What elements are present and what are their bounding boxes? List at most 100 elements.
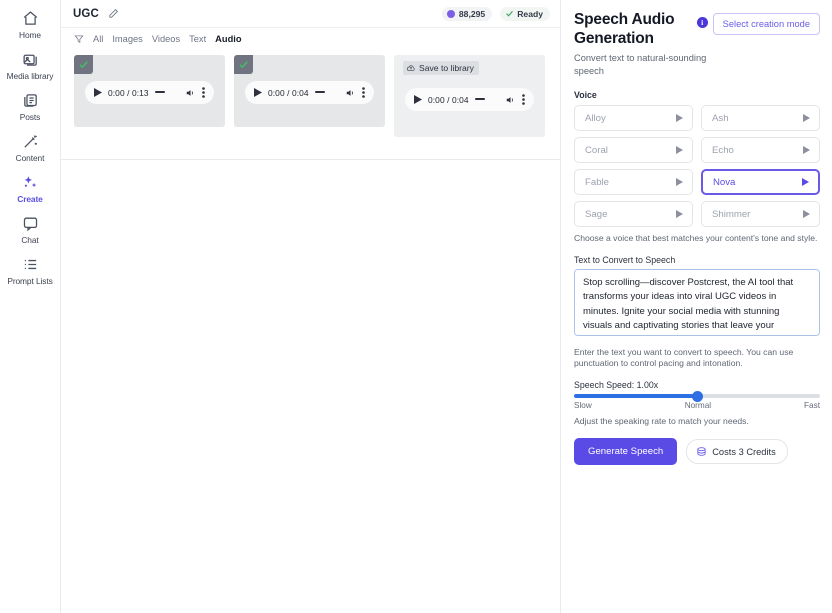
speed-tick-labels: Slow Normal Fast bbox=[574, 401, 820, 410]
sidebar-item-posts[interactable]: Posts bbox=[0, 86, 61, 127]
play-icon[interactable] bbox=[803, 146, 810, 154]
voice-option-sage[interactable]: Sage bbox=[574, 201, 693, 227]
workspace-column: UGC 88,295 Ready All Images Videos Text … bbox=[61, 0, 561, 613]
voice-hint: Choose a voice that best matches your co… bbox=[574, 233, 818, 243]
voice-option-fable[interactable]: Fable bbox=[574, 169, 693, 195]
voice-option-echo[interactable]: Echo bbox=[701, 137, 820, 163]
volume-icon[interactable] bbox=[185, 88, 196, 98]
speech-speed-slider[interactable] bbox=[574, 394, 820, 398]
panel-title: Speech Audio Generation bbox=[574, 11, 675, 47]
play-icon[interactable] bbox=[676, 210, 683, 218]
media-card[interactable]: 0:00 / 0:04 bbox=[234, 55, 385, 127]
play-icon[interactable] bbox=[94, 88, 102, 97]
voice-option-shimmer[interactable]: Shimmer bbox=[701, 201, 820, 227]
progress-dash-icon[interactable] bbox=[154, 91, 165, 94]
play-icon[interactable] bbox=[803, 210, 810, 218]
sidebar-item-media-library[interactable]: Media library bbox=[0, 45, 61, 86]
voice-section-label: Voice bbox=[574, 90, 597, 100]
filter-tab-all[interactable]: All bbox=[93, 34, 103, 44]
pencil-icon[interactable] bbox=[107, 7, 121, 21]
status-label: Ready bbox=[517, 8, 543, 19]
play-icon[interactable] bbox=[676, 114, 683, 122]
voice-label: Fable bbox=[585, 176, 609, 188]
speech-text-input[interactable] bbox=[574, 269, 820, 336]
sidebar-item-label: Media library bbox=[6, 71, 54, 81]
play-icon[interactable] bbox=[676, 178, 683, 186]
workspace-topbar: UGC 88,295 Ready bbox=[61, 0, 560, 28]
sidebar-item-label: Prompt Lists bbox=[7, 276, 53, 286]
more-options-icon[interactable] bbox=[362, 87, 365, 98]
cost-badge: Costs 3 Credits bbox=[686, 439, 788, 464]
speech-generation-panel: Speech Audio Generation i Select creatio… bbox=[561, 0, 832, 613]
selected-check-badge[interactable] bbox=[74, 55, 93, 74]
app-root: Home Media library Posts Content Create bbox=[0, 0, 832, 613]
sidebar: Home Media library Posts Content Create bbox=[0, 0, 61, 613]
voice-option-alloy[interactable]: Alloy bbox=[574, 105, 693, 131]
info-icon[interactable]: i bbox=[696, 17, 708, 28]
play-icon[interactable] bbox=[414, 95, 422, 104]
voice-label: Echo bbox=[712, 144, 734, 156]
play-icon[interactable] bbox=[676, 146, 683, 154]
check-icon bbox=[505, 9, 514, 18]
sidebar-item-label: Home bbox=[19, 30, 41, 40]
voice-label: Sage bbox=[585, 208, 608, 220]
home-icon bbox=[22, 10, 39, 27]
speed-tick-slow: Slow bbox=[574, 401, 592, 410]
page-title: UGC bbox=[73, 7, 99, 20]
volume-icon[interactable] bbox=[345, 88, 356, 98]
filter-tab-audio[interactable]: Audio bbox=[215, 34, 241, 44]
progress-dash-icon[interactable] bbox=[314, 91, 325, 94]
media-library-icon bbox=[22, 51, 39, 68]
more-options-icon[interactable] bbox=[202, 87, 205, 98]
filter-tab-text[interactable]: Text bbox=[189, 34, 206, 44]
play-icon[interactable] bbox=[802, 178, 809, 186]
selected-check-badge[interactable] bbox=[234, 55, 253, 74]
save-to-library-button[interactable]: Save to library bbox=[403, 61, 479, 75]
voice-label: Coral bbox=[585, 144, 608, 156]
sidebar-item-label: Create bbox=[17, 194, 43, 204]
filter-funnel-icon[interactable] bbox=[74, 34, 84, 44]
select-creation-mode-button[interactable]: Select creation mode bbox=[712, 13, 820, 35]
play-icon[interactable] bbox=[803, 114, 810, 122]
voice-label: Ash bbox=[712, 112, 729, 124]
text-input-label: Text to Convert to Speech bbox=[574, 255, 676, 265]
progress-dash-icon[interactable] bbox=[474, 98, 485, 101]
content-wand-icon bbox=[22, 133, 39, 150]
audio-player[interactable]: 0:00 / 0:13 bbox=[85, 81, 214, 104]
speed-tick-normal: Normal bbox=[684, 401, 712, 410]
sidebar-item-home[interactable]: Home bbox=[0, 4, 61, 45]
cloud-upload-icon bbox=[406, 65, 415, 71]
filter-tab-images[interactable]: Images bbox=[112, 34, 143, 44]
speed-tick-fast: Fast bbox=[804, 401, 820, 410]
status-badge: Ready bbox=[500, 6, 550, 21]
voice-grid: Alloy Ash Coral Echo Fable Nova Sage Shi… bbox=[574, 105, 820, 227]
audio-player[interactable]: 0:00 / 0:04 bbox=[245, 81, 374, 104]
audio-time: 0:00 / 0:13 bbox=[108, 87, 149, 98]
media-filter-bar: All Images Videos Text Audio bbox=[61, 28, 560, 50]
sidebar-item-create[interactable]: Create bbox=[0, 168, 61, 209]
more-options-icon[interactable] bbox=[522, 94, 525, 105]
voice-option-nova[interactable]: Nova bbox=[701, 169, 820, 195]
credits-badge[interactable]: 88,295 bbox=[441, 6, 493, 21]
sidebar-item-chat[interactable]: Chat bbox=[0, 209, 61, 250]
voice-label: Alloy bbox=[585, 112, 606, 124]
voice-label: Nova bbox=[713, 176, 736, 188]
voice-option-coral[interactable]: Coral bbox=[574, 137, 693, 163]
filter-tab-videos[interactable]: Videos bbox=[152, 34, 180, 44]
text-hint: Enter the text you want to convert to sp… bbox=[574, 347, 794, 368]
generate-speech-button[interactable]: Generate Speech bbox=[574, 438, 678, 465]
media-card[interactable]: Save to library 0:00 / 0:04 bbox=[394, 55, 545, 137]
voice-option-ash[interactable]: Ash bbox=[701, 105, 820, 131]
sidebar-item-label: Posts bbox=[19, 112, 41, 122]
voice-label: Shimmer bbox=[712, 208, 751, 220]
audio-player[interactable]: 0:00 / 0:04 bbox=[405, 88, 534, 111]
chat-bubble-icon bbox=[22, 215, 39, 232]
posts-icon bbox=[22, 92, 39, 109]
media-card[interactable]: 0:00 / 0:13 bbox=[74, 55, 225, 127]
panel-header: Speech Audio Generation i Select creatio… bbox=[574, 10, 820, 48]
sidebar-item-prompt-lists[interactable]: Prompt Lists bbox=[0, 250, 61, 291]
play-icon[interactable] bbox=[254, 88, 262, 97]
panel-subtitle: Convert text to natural-sounding speech bbox=[574, 53, 707, 76]
sidebar-item-content[interactable]: Content bbox=[0, 127, 61, 168]
volume-icon[interactable] bbox=[505, 95, 516, 105]
